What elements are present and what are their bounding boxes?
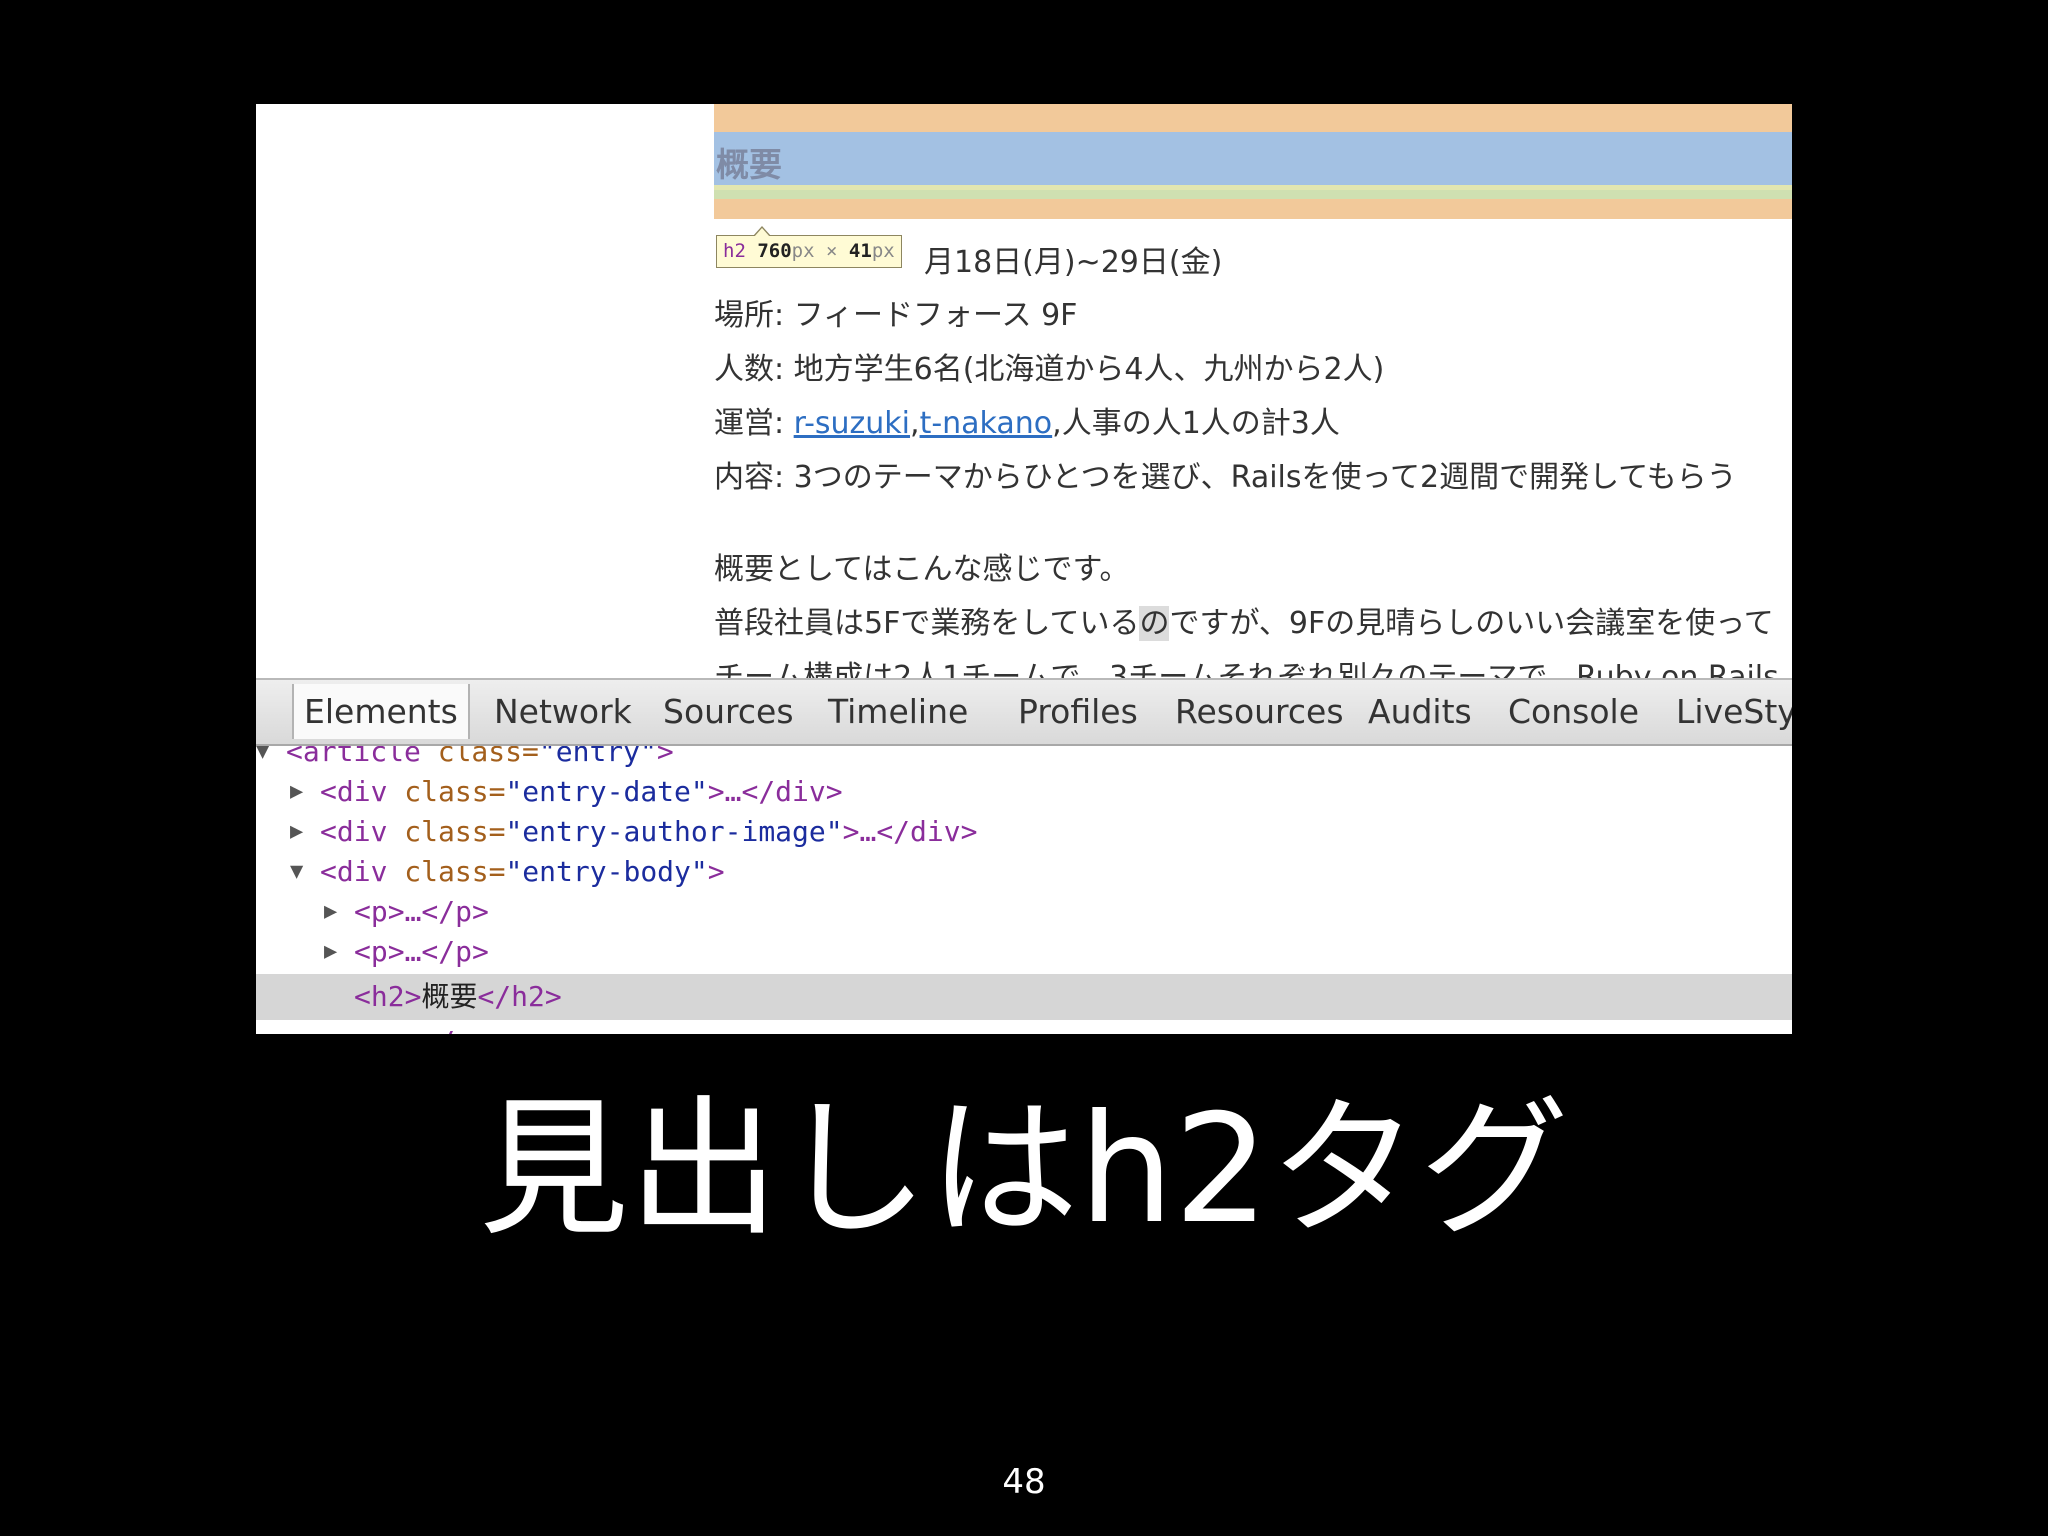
dom-tree: ▼ <article class="entry"> ▶ <div class="… [256,746,1792,1034]
dom-node-p[interactable]: ▶ <p>…</p> [256,892,1792,932]
text-highlight: の [1139,606,1170,641]
element-size-tooltip: h2 760px × 41px [716,226,902,268]
management-rest: ,人事の人1人の計3人 [1052,406,1340,441]
date-line: 月18日(月)~29日(金) [924,245,1223,280]
tab-resources[interactable]: Resources [1165,688,1354,735]
collapsed-triangle-icon[interactable]: ▶ [290,772,303,812]
tab-sources[interactable]: Sources [653,688,804,735]
margin-highlight-top [714,104,1792,132]
h2-highlight [714,132,1792,185]
dom-node-p[interactable]: ▶ <p>…</p> [256,932,1792,972]
slide-caption: 見出しはh2タグ [478,1083,1570,1257]
expanded-triangle-icon[interactable]: ▼ [256,746,269,772]
collapsed-triangle-icon[interactable]: ▶ [324,1022,337,1034]
management-label: 運営: [714,406,794,441]
place-line: 場所: フィードフォース 9F [714,298,1078,333]
tooltip-height: 41 [848,240,872,262]
collapsed-triangle-icon[interactable]: ▶ [324,892,337,932]
screenshot: 概要 月18日(月)~29日(金) h2 760px × 41px 場所: フィ… [256,104,1792,1034]
expanded-triangle-icon[interactable]: ▼ [290,852,303,892]
page-heading: 概要 [716,145,782,184]
tooltip-unit-w: px [791,240,815,262]
tab-timeline[interactable]: Timeline [818,688,978,735]
collapsed-triangle-icon[interactable]: ▶ [290,812,303,852]
margin-highlight-bottom [714,199,1792,219]
page-content: 概要 月18日(月)~29日(金) h2 760px × 41px 場所: フィ… [714,104,1792,678]
dom-node-p[interactable]: ▶ <p>…</p> [256,1022,1792,1034]
office-text-before: 普段社員は5Fで業務をしている [714,606,1140,641]
tooltip-sep: × [826,240,838,262]
collapsed-triangle-icon[interactable]: ▶ [324,932,337,972]
dom-node-h2-selected[interactable]: <h2>概要</h2> [256,974,1792,1020]
tab-livestyle[interactable]: LiveStyle [1666,688,1792,735]
devtools-tab-bar: Elements Network Sources Timeline Profil… [256,678,1792,746]
slide-page-number: 48 [1002,1462,1046,1502]
devtools-panel: Elements Network Sources Timeline Profil… [256,678,1792,1034]
t-nakano-link[interactable]: t-nakano [920,406,1053,441]
tab-profiles[interactable]: Profiles [1008,688,1148,735]
summary-paragraph: 概要としてはこんな感じです。 [714,552,1130,587]
tooltip-unit-h: px [871,240,895,262]
management-line: 運営: r-suzuki,t-nakano,人事の人1人の計3人 [714,398,1340,442]
dom-node-entry-body[interactable]: ▼ <div class="entry-body"> [256,852,1792,892]
dom-node-entry-author-image[interactable]: ▶ <div class="entry-author-image">…</div… [256,812,1792,852]
dom-node-entry-date[interactable]: ▶ <div class="entry-date">…</div> [256,772,1792,812]
management-comma: , [910,406,920,441]
tab-elements[interactable]: Elements [292,684,470,739]
tooltip-width: 760 [757,240,792,262]
tab-console[interactable]: Console [1498,688,1649,735]
team-paragraph: チーム構成は2人1チームで、3チームそれぞれ別々のテーマで、Ruby on Ra… [714,660,1779,678]
r-suzuki-link[interactable]: r-suzuki [794,406,910,441]
tab-network[interactable]: Network [484,688,642,735]
people-line: 人数: 地方学生6名(北海道から4人、九州から2人) [714,352,1385,387]
office-text-after: ですが、9Fの見晴らしのいい会議室を使って [1169,606,1774,641]
office-paragraph: 普段社員は5Fで業務をしているのですが、9Fの見晴らしのいい会議室を使って [714,598,1774,642]
tab-audits[interactable]: Audits [1358,688,1482,735]
border-highlight [714,190,1792,199]
content-line: 内容: 3つのテーマからひとつを選び、Railsを使って2週間で開発してもらう [714,460,1737,495]
dom-node-article[interactable]: ▼ <article class="entry"> [256,746,1792,772]
tooltip-tag: h2 [723,240,746,262]
